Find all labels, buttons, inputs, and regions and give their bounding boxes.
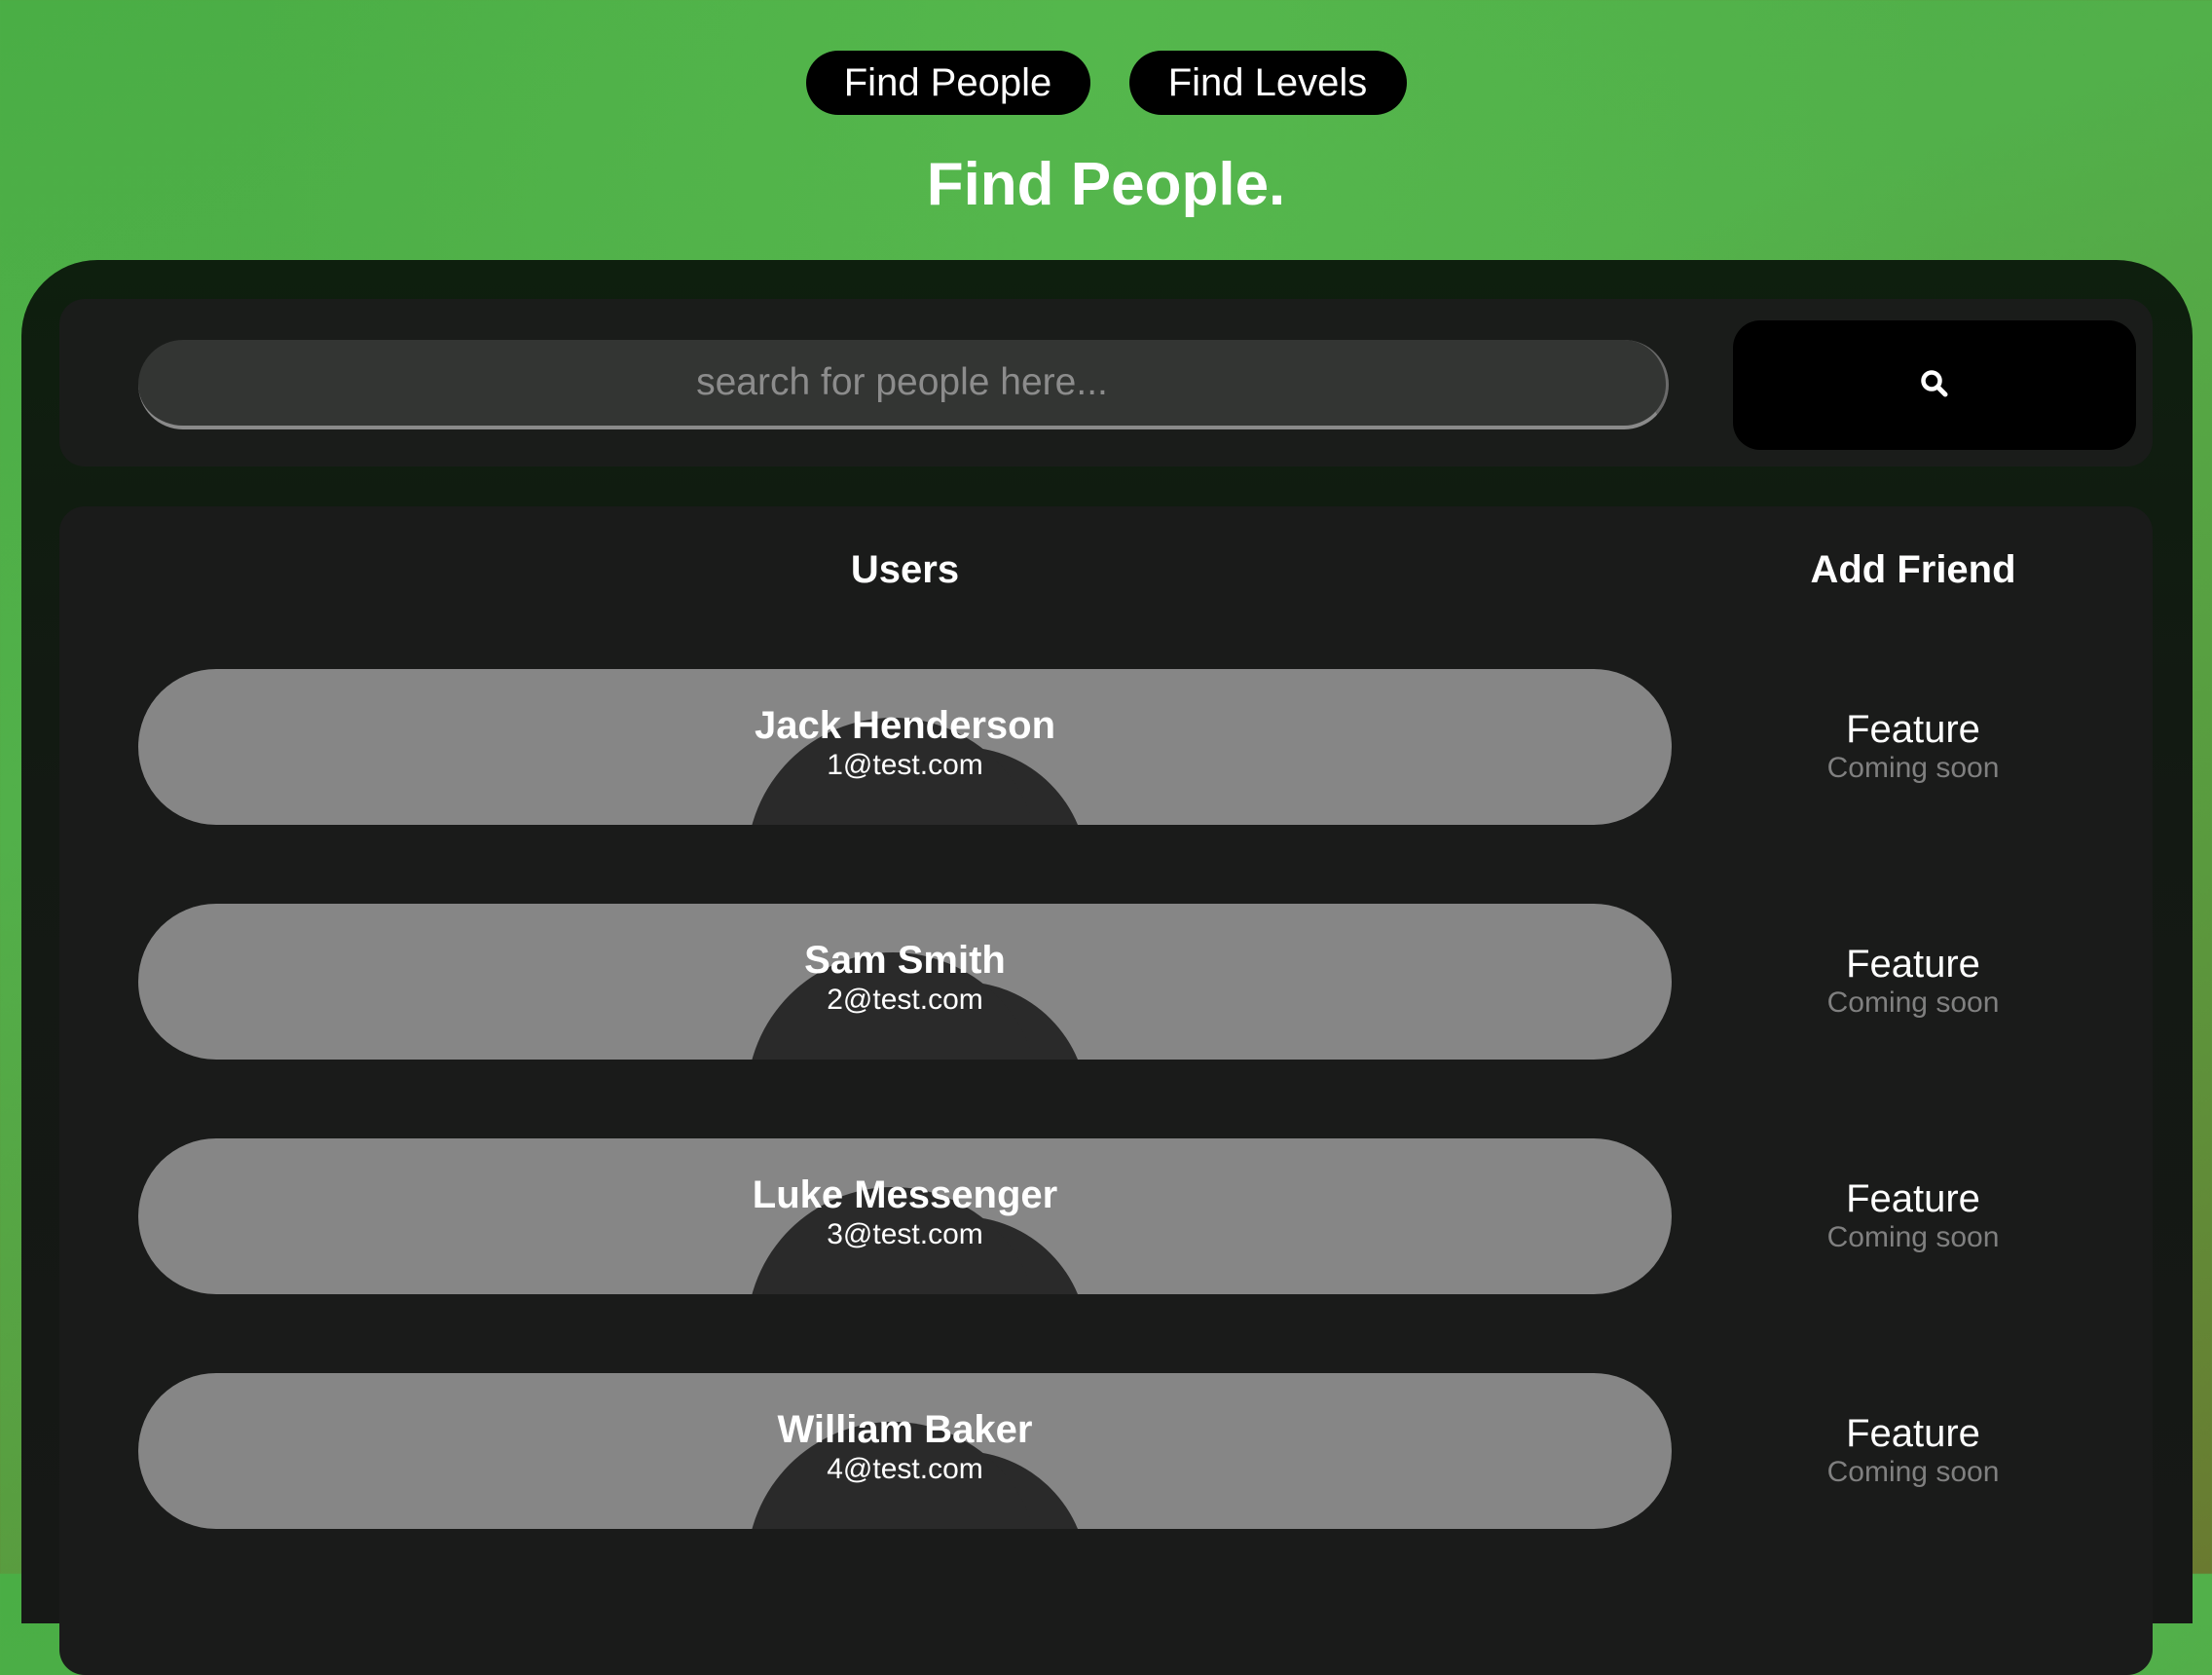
avatar-placeholder-icon bbox=[752, 718, 1078, 825]
user-name: Sam Smith bbox=[804, 939, 1006, 982]
add-friend-cell: Feature Coming soon bbox=[1715, 708, 2111, 786]
search-icon bbox=[1920, 369, 1949, 401]
feature-status: Coming soon bbox=[1826, 986, 2000, 1019]
find-levels-button[interactable]: Find Levels bbox=[1128, 51, 1407, 115]
page-title: Find People. bbox=[926, 151, 1286, 218]
add-friend-cell: Feature Coming soon bbox=[1715, 943, 2111, 1021]
search-card bbox=[59, 299, 2153, 466]
feature-status: Coming soon bbox=[1826, 1456, 2000, 1488]
user-email: 4@test.com bbox=[827, 1453, 983, 1485]
add-friend-column-header: Add Friend bbox=[1810, 548, 2016, 591]
feature-label: Feature bbox=[1846, 1177, 1980, 1220]
user-name: Jack Henderson bbox=[754, 704, 1056, 747]
top-nav: Find People Find Levels bbox=[0, 51, 2212, 115]
user-row[interactable]: Jack Henderson 1@test.com bbox=[138, 669, 1672, 825]
user-row[interactable]: William Baker 4@test.com bbox=[138, 1373, 1672, 1529]
avatar-placeholder-icon bbox=[752, 952, 1078, 1060]
add-friend-cell: Feature Coming soon bbox=[1715, 1412, 2111, 1490]
find-people-button[interactable]: Find People bbox=[805, 51, 1090, 115]
feature-label: Feature bbox=[1846, 708, 1980, 751]
feature-status: Coming soon bbox=[1826, 752, 2000, 784]
user-email: 1@test.com bbox=[827, 749, 983, 781]
feature-status: Coming soon bbox=[1826, 1221, 2000, 1253]
add-friend-cell: Feature Coming soon bbox=[1715, 1177, 2111, 1255]
user-email: 2@test.com bbox=[827, 984, 983, 1016]
user-email: 3@test.com bbox=[827, 1218, 983, 1250]
user-name: Luke Messenger bbox=[752, 1173, 1058, 1216]
user-row[interactable]: Luke Messenger 3@test.com bbox=[138, 1138, 1672, 1294]
feature-label: Feature bbox=[1846, 943, 1980, 986]
users-column-header: Users bbox=[850, 548, 960, 591]
avatar-placeholder-icon bbox=[752, 1422, 1078, 1529]
search-input[interactable] bbox=[138, 340, 1669, 429]
user-name: William Baker bbox=[777, 1408, 1033, 1451]
search-button[interactable] bbox=[1733, 320, 2136, 450]
user-row[interactable]: Sam Smith 2@test.com bbox=[138, 904, 1672, 1060]
avatar-placeholder-icon bbox=[752, 1187, 1078, 1294]
feature-label: Feature bbox=[1846, 1412, 1980, 1455]
